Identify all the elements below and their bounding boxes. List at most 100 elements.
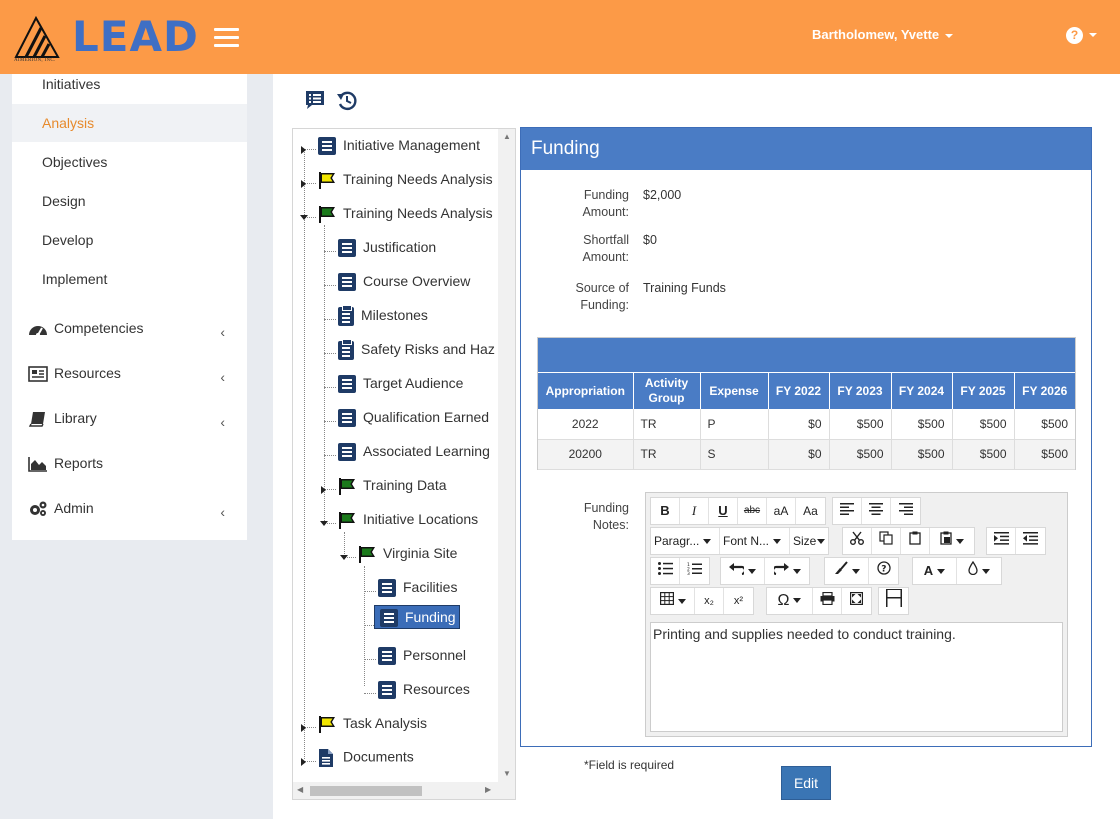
column-header[interactable]: FY 2025	[952, 373, 1015, 409]
underline-button[interactable]: U	[709, 498, 738, 524]
scroll-down-arrow-icon[interactable]: ▼	[503, 769, 511, 778]
expand-arrow-icon[interactable]	[321, 486, 326, 494]
collapse-arrow-icon[interactable]	[340, 555, 348, 560]
strikethrough-button[interactable]: abc	[738, 498, 767, 524]
tree-node[interactable]: Training Data	[338, 477, 447, 501]
sidebar-item-analysis[interactable]: Analysis	[12, 104, 247, 142]
sidebar-item-competencies[interactable]: Competencies ‹	[12, 308, 247, 348]
initiative-tree[interactable]: Initiative Management Training Needs Ana…	[292, 128, 516, 800]
column-header[interactable]: FY 2023	[829, 373, 892, 409]
expand-arrow-icon[interactable]	[301, 146, 306, 154]
expand-arrow-icon[interactable]	[301, 724, 306, 732]
tree-node[interactable]: Resources	[378, 681, 470, 705]
tree-node[interactable]: Training Needs Analysis	[318, 171, 493, 195]
outdent-button[interactable]	[1016, 528, 1045, 554]
scroll-left-arrow-icon[interactable]: ◀	[297, 785, 303, 794]
table-row[interactable]: 20200 TR S $0 $500 $500 $500 $500	[538, 439, 1075, 470]
subscript-button[interactable]: x₂	[695, 588, 724, 614]
help-menu[interactable]: ?	[1066, 26, 1097, 44]
resize-grip-icon[interactable]	[498, 782, 515, 799]
tree-node[interactable]: Initiative Management	[318, 137, 480, 161]
column-header[interactable]: FY 2024	[891, 373, 953, 409]
tree-horizontal-scrollbar[interactable]: ◀ ▶	[293, 782, 499, 799]
tree-node[interactable]: Qualification Earned	[338, 409, 489, 433]
expand-arrow-icon[interactable]	[301, 758, 306, 766]
sidebar-item-design[interactable]: Design	[12, 182, 247, 220]
uppercase-button[interactable]: aA	[767, 498, 796, 524]
lead-logo[interactable]: AIMERION, INC. LEAD	[14, 12, 198, 68]
indent-button[interactable]	[987, 528, 1016, 554]
insert-table-dropdown[interactable]	[651, 588, 695, 614]
paragraph-format-dropdown[interactable]: Paragr...	[651, 528, 720, 554]
font-size-dropdown[interactable]: Size	[790, 528, 828, 554]
sidebar-item-develop[interactable]: Develop	[12, 221, 247, 259]
comments-list-icon[interactable]	[304, 90, 326, 110]
paste-special-dropdown[interactable]	[930, 528, 974, 554]
column-header[interactable]: FY 2022	[768, 373, 830, 409]
tree-node[interactable]: Course Overview	[338, 273, 470, 297]
column-header[interactable]: Activity Group	[633, 373, 701, 409]
copy-button[interactable]	[872, 528, 901, 554]
funding-table: Appropriation Activity Group Expense FY …	[538, 373, 1075, 470]
scroll-right-arrow-icon[interactable]: ▶	[485, 785, 491, 794]
tree-node-selected[interactable]: Funding	[374, 605, 460, 633]
tree-node[interactable]: Target Audience	[338, 375, 463, 399]
font-name-dropdown[interactable]: Font N...	[720, 528, 790, 554]
sidebar-item-library[interactable]: Library ‹	[12, 398, 247, 438]
tree-node[interactable]: Training Needs Analysis	[318, 205, 493, 229]
sidebar-item-objectives[interactable]: Objectives	[12, 143, 247, 181]
column-header[interactable]: Expense	[700, 373, 769, 409]
tree-node[interactable]: Virginia Site	[358, 545, 457, 569]
sidebar-item-admin[interactable]: Admin ‹	[12, 488, 247, 528]
align-center-button[interactable]	[862, 498, 891, 524]
tree-node[interactable]: Milestones	[338, 305, 428, 331]
numbered-list-button[interactable]: 123	[680, 558, 709, 584]
superscript-button[interactable]: x²	[724, 588, 753, 614]
help-button[interactable]: ?	[869, 558, 898, 584]
font-color-dropdown[interactable]: A	[913, 558, 957, 584]
funding-notes-textarea[interactable]: Printing and supplies needed to conduct …	[650, 622, 1063, 732]
collapse-arrow-icon[interactable]	[320, 521, 328, 526]
sidebar-item-implement[interactable]: Implement	[12, 260, 247, 298]
horizontal-rule-button[interactable]	[879, 588, 908, 614]
tree-node[interactable]: Personnel	[378, 647, 466, 671]
bullet-list-button[interactable]	[651, 558, 680, 584]
print-button[interactable]	[813, 588, 842, 614]
collapse-arrow-icon[interactable]	[300, 215, 308, 220]
column-header[interactable]: Appropriation	[538, 373, 634, 409]
tree-node-text: Funding	[405, 609, 456, 625]
capitalize-button[interactable]: Aa	[796, 498, 825, 524]
format-painter-dropdown[interactable]	[825, 558, 869, 584]
bold-button[interactable]: B	[651, 498, 680, 524]
tree-node[interactable]: Initiative Locations	[338, 511, 478, 535]
tree-node[interactable]: Task Analysis	[318, 715, 427, 739]
scroll-up-arrow-icon[interactable]: ▲	[503, 132, 511, 141]
history-icon[interactable]	[336, 90, 358, 112]
tree-node[interactable]: Justification	[338, 239, 436, 263]
tree-vertical-scrollbar[interactable]: ▲ ▼	[498, 129, 515, 783]
align-right-button[interactable]	[891, 498, 920, 524]
fullscreen-button[interactable]	[842, 588, 871, 614]
redo-button[interactable]	[765, 558, 809, 584]
scrollbar-thumb[interactable]	[310, 786, 422, 796]
tree-node[interactable]: Safety Risks and Haz	[338, 339, 495, 365]
user-menu[interactable]: Bartholomew, Yvette	[812, 27, 954, 42]
tree-node[interactable]: Facilities	[378, 579, 457, 603]
undo-button[interactable]	[721, 558, 765, 584]
align-left-button[interactable]	[833, 498, 862, 524]
expand-arrow-icon[interactable]	[301, 180, 306, 188]
tree-node[interactable]: Associated Learning	[338, 443, 490, 467]
cut-button[interactable]	[843, 528, 872, 554]
edit-button[interactable]: Edit	[781, 766, 831, 800]
column-header[interactable]: FY 2026	[1014, 373, 1075, 409]
special-character-dropdown[interactable]: Ω	[767, 588, 813, 614]
tree-node[interactable]: Documents	[318, 748, 414, 772]
paste-button[interactable]	[901, 528, 930, 554]
italic-button[interactable]: I	[680, 498, 709, 524]
sidebar-item-reports[interactable]: Reports	[12, 443, 247, 483]
tree-node-label: Course Overview	[363, 273, 471, 289]
sidebar-item-resources[interactable]: Resources ‹	[12, 353, 247, 393]
background-color-dropdown[interactable]	[957, 558, 1001, 584]
table-row[interactable]: 2022 TR P $0 $500 $500 $500 $500	[538, 409, 1075, 440]
hamburger-menu-icon[interactable]	[214, 28, 239, 48]
